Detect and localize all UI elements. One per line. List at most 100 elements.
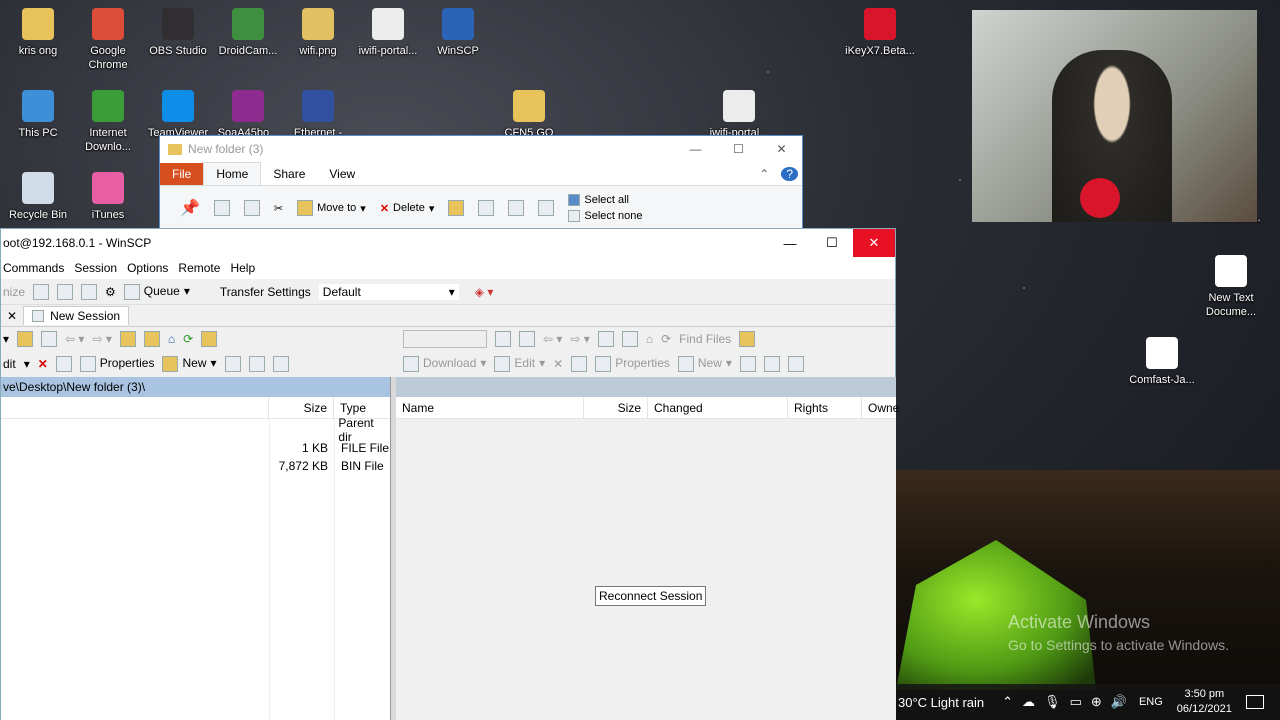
remote-file-list[interactable]: Name Size Changed Rights Owne xyxy=(396,396,899,720)
local-path-bar[interactable]: ve\Desktop\New folder (3)\ xyxy=(1,377,390,397)
remote-path-bar[interactable] xyxy=(396,377,896,397)
help-icon[interactable]: ? xyxy=(781,166,798,181)
desktop-icon[interactable]: Google Chrome xyxy=(72,8,144,72)
local-col-name[interactable] xyxy=(1,396,269,419)
language-indicator[interactable]: ENG xyxy=(1139,696,1163,708)
menu-options[interactable]: Options xyxy=(127,261,168,275)
menu-session[interactable]: Session xyxy=(74,261,117,275)
menu-remote[interactable]: Remote xyxy=(178,261,220,275)
filter-icon[interactable] xyxy=(272,356,289,372)
select-plus-icon[interactable] xyxy=(224,356,241,372)
rename-icon[interactable] xyxy=(571,356,588,372)
pin-icon[interactable]: 📌 xyxy=(180,198,200,218)
drive-dropdown[interactable]: ▾ xyxy=(3,332,9,346)
queue-button[interactable]: Queue ▾ xyxy=(123,283,190,300)
minimize-icon[interactable]: — xyxy=(674,136,717,162)
menu-commands[interactable]: Commands xyxy=(3,261,64,275)
remote-col-owner[interactable]: Owne xyxy=(862,397,899,419)
forward-icon[interactable]: ⇨ ▾ xyxy=(570,332,589,346)
toolbar-icon[interactable] xyxy=(57,283,74,300)
open-folder-icon[interactable] xyxy=(495,331,511,347)
tree-icon[interactable] xyxy=(201,331,218,347)
close-icon[interactable]: ✕ xyxy=(760,136,803,162)
select-none-button[interactable]: Select none xyxy=(568,210,642,222)
desktop-icon[interactable]: wifi.png xyxy=(282,8,354,58)
tab-file[interactable]: File xyxy=(160,162,204,185)
desktop-icon[interactable]: This PC xyxy=(2,90,74,140)
open-folder-icon[interactable] xyxy=(17,331,34,347)
remote-col-rights[interactable]: Rights xyxy=(788,396,862,419)
desktop-icon[interactable]: TeamViewer xyxy=(142,90,214,140)
transfer-preset-icon[interactable]: ◈ ▾ xyxy=(475,285,494,299)
back-icon[interactable]: ⇦ ▾ xyxy=(543,332,562,346)
collapse-ribbon-icon[interactable]: ⌃ xyxy=(747,163,781,185)
select-all-button[interactable]: Select all xyxy=(568,194,642,206)
delete-icon[interactable]: ✕ xyxy=(38,357,48,371)
remote-col-size[interactable]: Size xyxy=(584,396,648,419)
properties-button[interactable]: Properties xyxy=(79,356,154,372)
edit-button[interactable]: Edit ▾ xyxy=(494,356,545,372)
toolbar-icon[interactable] xyxy=(33,283,50,300)
table-row[interactable]: 7,872 KB BIN File xyxy=(1,457,390,475)
refresh-icon[interactable]: ⟳ xyxy=(183,332,193,346)
desktop-icon[interactable]: Ethernet - xyxy=(282,90,354,140)
find-files-button[interactable]: Find Files xyxy=(679,332,731,346)
desktop-icon[interactable]: Comfast-Ja... xyxy=(1126,337,1198,387)
desktop-icon[interactable]: New Text Docume... xyxy=(1195,255,1267,319)
filter-icon[interactable] xyxy=(519,331,535,347)
rename-icon[interactable] xyxy=(55,356,72,372)
tab-home[interactable]: Home xyxy=(203,162,262,185)
desktop-icon[interactable]: SoaA45bo... xyxy=(212,90,284,140)
remote-col-changed[interactable]: Changed xyxy=(648,396,788,419)
local-col-size[interactable]: Size xyxy=(269,396,334,419)
notification-icon[interactable] xyxy=(1245,695,1264,709)
copy-icon[interactable] xyxy=(213,200,230,216)
chevron-up-icon[interactable]: ⌃ xyxy=(1002,694,1013,710)
move-to-button[interactable]: Move to ▾ xyxy=(297,200,366,216)
delete-icon[interactable]: ✕ xyxy=(553,357,563,371)
select-minus-icon[interactable] xyxy=(248,356,265,372)
local-file-list[interactable]: Size Type Parent dir 1 KB FILE File 7,872 K… xyxy=(1,396,390,720)
chevron-down-icon[interactable]: ▾ xyxy=(24,357,30,371)
desktop-icon[interactable]: iwifi-portal... xyxy=(703,90,775,140)
table-row[interactable]: 1 KB FILE File xyxy=(1,439,390,457)
reconnect-session-button[interactable]: Reconnect Session xyxy=(595,586,707,606)
root-dir-icon[interactable] xyxy=(621,331,638,347)
new-folder-icon[interactable] xyxy=(448,200,465,216)
minimize-icon[interactable]: — xyxy=(769,229,811,257)
winscp-titlebar[interactable]: oot@192.168.0.1 - WinSCP — ☐ ✕ xyxy=(1,229,895,257)
microphone-icon[interactable]: 🎙 xyxy=(1044,694,1061,710)
clock[interactable]: 3:50 pm 06/12/2021 xyxy=(1177,687,1232,717)
tab-new-session[interactable]: New Session xyxy=(23,306,130,325)
network-icon[interactable]: ⊕ xyxy=(1091,694,1102,710)
edit-button[interactable]: dit xyxy=(3,357,16,371)
desktop-icon[interactable]: iKeyX7.Beta... xyxy=(844,8,916,58)
parent-dir-icon[interactable] xyxy=(119,331,136,347)
select-minus-icon[interactable] xyxy=(763,356,780,372)
home-icon[interactable]: ⌂ xyxy=(646,332,653,346)
delete-button[interactable]: ✕ Delete ▾ xyxy=(380,202,435,215)
paste-icon[interactable] xyxy=(243,200,260,216)
menu-help[interactable]: Help xyxy=(230,261,255,275)
select-plus-icon[interactable] xyxy=(739,356,756,372)
gear-icon[interactable]: ⚙ xyxy=(105,285,116,299)
desktop-icon[interactable]: DroidCam... xyxy=(212,8,284,58)
new-button[interactable]: New ▾ xyxy=(677,356,732,372)
download-button[interactable]: Download ▾ xyxy=(403,356,486,372)
maximize-icon[interactable]: ☐ xyxy=(717,136,760,162)
cut-icon[interactable]: ✂ xyxy=(274,202,283,215)
battery-icon[interactable]: ▭ xyxy=(1070,694,1082,710)
weather-widget[interactable]: 30°C Light rain xyxy=(898,695,984,710)
remote-col-name[interactable]: Name xyxy=(396,396,584,419)
close-tab-icon[interactable]: ✕ xyxy=(7,309,17,323)
desktop-icon[interactable]: CFN5 GO xyxy=(493,90,565,140)
tab-share[interactable]: Share xyxy=(261,163,317,185)
back-icon[interactable]: ⇦ ▾ xyxy=(65,332,84,346)
remote-drive-dropdown[interactable] xyxy=(403,330,487,348)
desktop-icon[interactable]: Internet Downlo... xyxy=(72,90,144,154)
tab-view[interactable]: View xyxy=(317,163,367,185)
desktop-icon[interactable]: iTunes xyxy=(72,172,144,222)
refresh-icon[interactable]: ⟳ xyxy=(661,332,671,346)
volume-icon[interactable]: 🔊 xyxy=(1111,694,1127,710)
home-icon[interactable]: ⌂ xyxy=(168,332,175,346)
